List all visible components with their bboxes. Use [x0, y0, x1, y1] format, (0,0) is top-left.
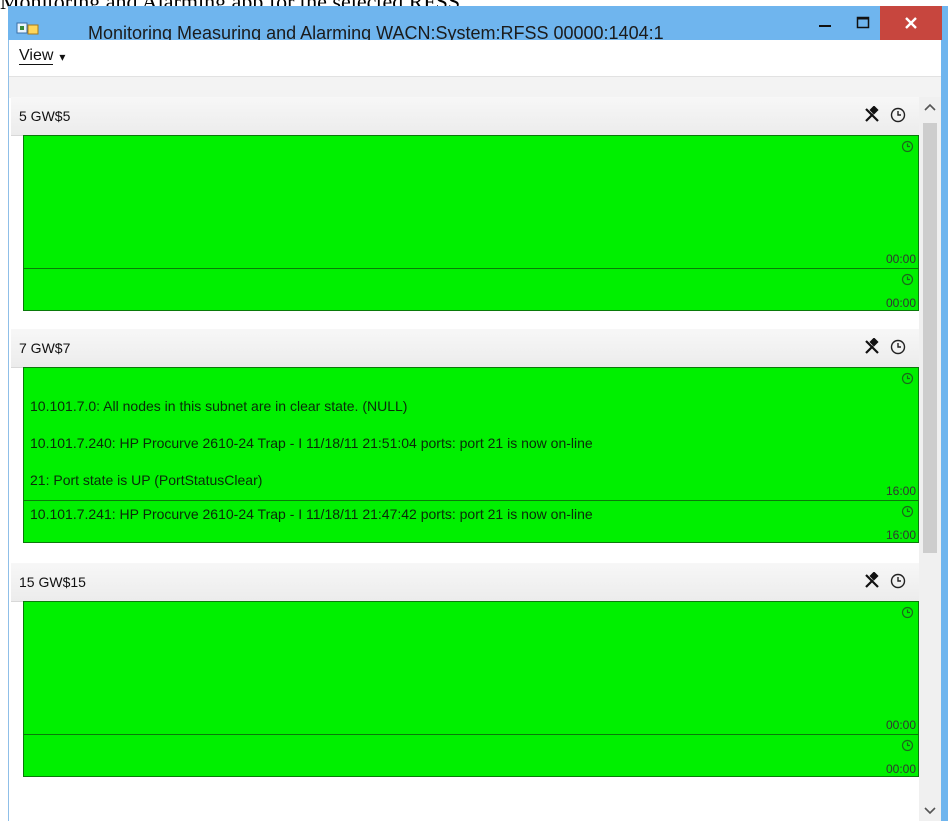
- gateway-panel-header[interactable]: 5 GW$5: [11, 97, 919, 136]
- maximize-icon: [856, 16, 870, 29]
- view-menu-label: View: [19, 47, 54, 65]
- clock-icon: [901, 372, 914, 385]
- alarm-view-current: 10.101.7.0: All nodes in this subnet are…: [23, 367, 919, 501]
- current-time-label: 16:00: [885, 484, 916, 498]
- minimize-icon: [819, 25, 831, 27]
- history-time-label: 00:00: [885, 762, 916, 776]
- close-icon: [905, 17, 917, 29]
- alarm-view-history: 10.101.7.241: HP Procurve 2610-24 Trap -…: [23, 500, 919, 543]
- app-window: Monitoring Measuring and Alarming WACN:S…: [8, 6, 948, 821]
- current-time-label: 00:00: [885, 718, 916, 732]
- clock-icon: [901, 140, 914, 153]
- alarm-view-history: 00:00: [23, 734, 919, 777]
- app-icon[interactable]: [16, 20, 40, 38]
- vertical-scrollbar[interactable]: [919, 97, 941, 821]
- panel-list: 5 GW$5 00:00 00:00 7 GW$7 10.101.7.0: Al…: [9, 97, 919, 821]
- chevron-down-icon: ▾: [59, 49, 66, 64]
- tools-icon[interactable]: [863, 571, 881, 590]
- current-time-label: 00:00: [885, 252, 916, 266]
- alarm-view-current: 00:00: [23, 601, 919, 735]
- scroll-down-button[interactable]: [919, 801, 941, 821]
- client-area: View ▾ 5 GW$5 00:00 00:00 7 GW$7 10.101.…: [8, 40, 941, 821]
- scrollbar-thumb[interactable]: [923, 123, 937, 553]
- view-menu[interactable]: View ▾: [19, 48, 65, 65]
- gateway-title: 7 GW$7: [19, 340, 71, 356]
- chevron-up-icon: [924, 103, 936, 111]
- chevron-down-icon: [924, 807, 936, 815]
- alarm-message[interactable]: 10.101.7.0: All nodes in this subnet are…: [30, 398, 407, 414]
- toolbar-strip: [9, 76, 941, 98]
- gateway-panel-header[interactable]: 7 GW$7: [11, 329, 919, 368]
- alarm-message[interactable]: 10.101.7.240: HP Procurve 2610-24 Trap -…: [30, 435, 593, 451]
- tools-icon[interactable]: [863, 337, 881, 356]
- history-time-label: 16:00: [885, 528, 916, 542]
- gateway-panel-header[interactable]: 15 GW$15: [11, 563, 919, 602]
- alarm-view-history: 00:00: [23, 268, 919, 311]
- gateway-title: 5 GW$5: [19, 108, 71, 124]
- history-time-label: 00:00: [885, 296, 916, 310]
- clock-icon[interactable]: [889, 338, 907, 356]
- clock-icon: [901, 606, 914, 619]
- alarm-message[interactable]: 21: Port state is UP (PortStatusClear): [30, 472, 262, 488]
- menu-bar: View ▾: [9, 40, 941, 76]
- clock-icon: [901, 273, 914, 286]
- alarm-history-message[interactable]: 10.101.7.241: HP Procurve 2610-24 Trap -…: [30, 506, 593, 522]
- clock-icon: [901, 739, 914, 752]
- gateway-title: 15 GW$15: [19, 574, 86, 590]
- clock-icon: [901, 505, 914, 518]
- clock-icon[interactable]: [889, 572, 907, 590]
- close-button[interactable]: [880, 6, 942, 40]
- tools-icon[interactable]: [863, 105, 881, 124]
- alarm-view-current: 00:00: [23, 135, 919, 269]
- scroll-up-button[interactable]: [919, 97, 941, 117]
- clock-icon[interactable]: [889, 106, 907, 124]
